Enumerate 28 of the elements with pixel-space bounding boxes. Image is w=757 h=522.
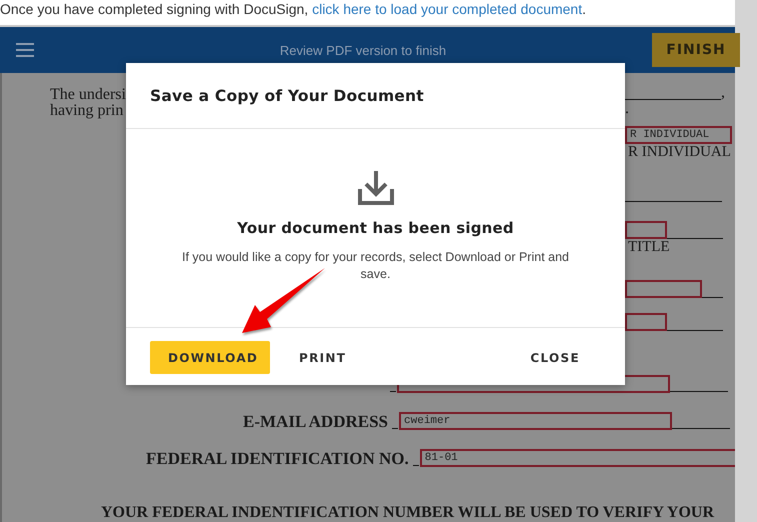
notice-text: Once you have completed signing with DocuSign, click here to load your completed document. bbox=[0, 0, 588, 17]
dialog-heading: Your document has been signed bbox=[237, 219, 514, 237]
field-caption: TITLE bbox=[627, 239, 671, 256]
menu-icon[interactable] bbox=[16, 43, 34, 57]
document-text: YOUR FEDERAL INDENTIFICATION NUMBER WILL BE USED TO VERIFY YOUR bbox=[100, 503, 716, 522]
download-icon bbox=[358, 169, 394, 205]
dialog-title: Save a Copy of Your Document bbox=[126, 63, 625, 129]
form-field[interactable] bbox=[625, 280, 702, 298]
punctuation-text: , bbox=[721, 86, 725, 100]
close-button[interactable]: CLOSE bbox=[509, 341, 601, 374]
form-field[interactable] bbox=[625, 221, 667, 239]
print-button[interactable]: PRINT bbox=[281, 341, 364, 374]
document-text: having prin bbox=[50, 103, 124, 119]
download-button[interactable]: DOWNLOAD bbox=[150, 341, 270, 374]
scrollbar[interactable] bbox=[735, 0, 757, 522]
punctuation-text: . bbox=[625, 102, 629, 116]
document-text: The undersi bbox=[50, 87, 126, 103]
form-field[interactable]: 81-01 bbox=[420, 449, 735, 467]
dialog-message: If you would like a copy for your records, select Download or Print and save. bbox=[181, 249, 570, 283]
field-label: E-MAIL ADDRESS bbox=[243, 412, 388, 432]
form-field[interactable]: cweimer bbox=[399, 412, 672, 430]
form-field[interactable]: R INDIVIDUAL bbox=[625, 126, 732, 144]
field-caption: R INDIVIDUAL bbox=[627, 144, 732, 161]
header-title: Review PDF version to finish bbox=[278, 42, 448, 58]
finish-button[interactable]: FINISH bbox=[652, 33, 740, 67]
load-document-link[interactable]: click here to load your completed document bbox=[312, 1, 582, 17]
field-label: FEDERAL IDENTIFICATION NO. bbox=[146, 449, 409, 469]
form-field[interactable] bbox=[625, 313, 667, 331]
